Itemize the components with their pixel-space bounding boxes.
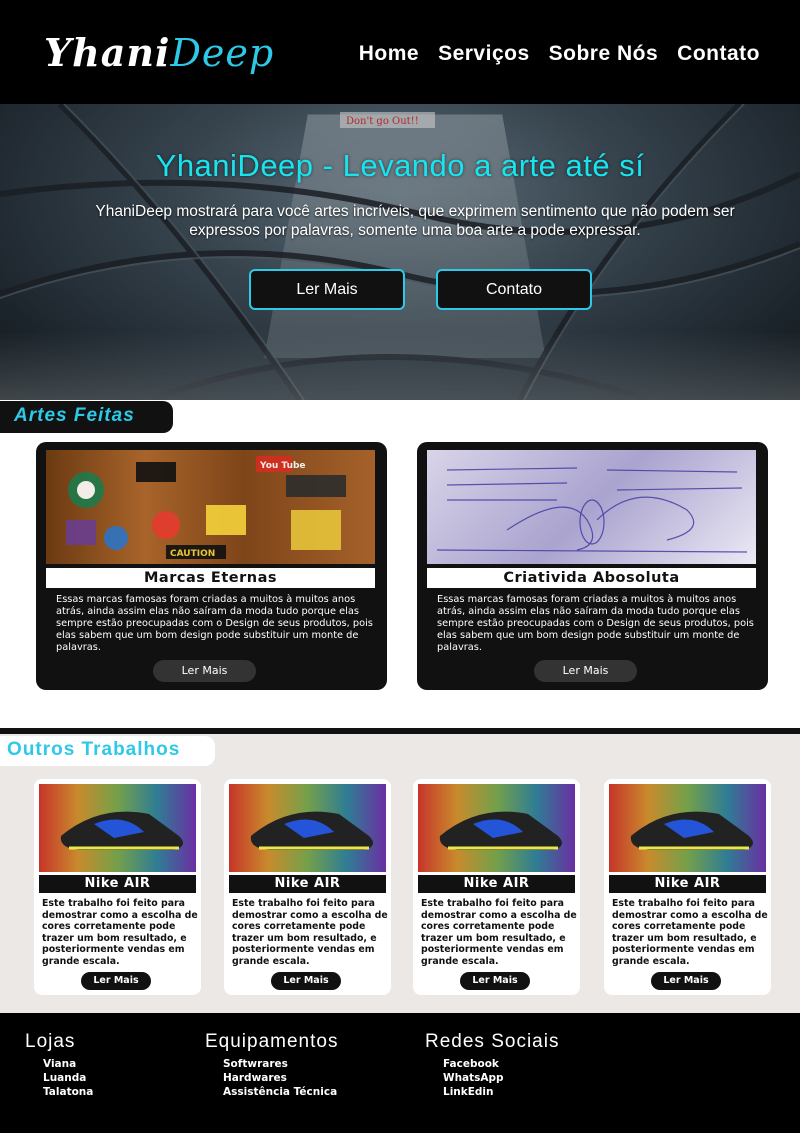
footer-link[interactable]: Softwrares (223, 1057, 338, 1071)
hero-contact-button[interactable]: Contato (436, 269, 592, 310)
work-card-description: Este trabalho foi feito para demostrar c… (42, 898, 198, 967)
footer-column-title: Redes Sociais (425, 1031, 560, 1052)
work-card-read-more-button[interactable]: Ler Mais (460, 972, 530, 990)
work-card: Nike AIR Este trabalho foi feito para de… (604, 779, 771, 995)
hero-read-more-button[interactable]: Ler Mais (249, 269, 405, 310)
section-label-artes-feitas: Artes Feitas (0, 401, 173, 433)
work-card: Nike AIR Este trabalho foi feito para de… (413, 779, 580, 995)
hero-title: YhaniDeep - Levando a arte até sí (155, 148, 645, 183)
work-card-image-sneaker (609, 784, 766, 872)
logo-part-yhani: Yhani (44, 30, 171, 75)
footer-link[interactable]: Luanda (43, 1071, 93, 1085)
art-card-image-brands: You Tube CAUTION (46, 450, 375, 564)
work-card-read-more-button[interactable]: Ler Mais (81, 972, 151, 990)
footer-link[interactable]: Assistência Técnica (223, 1085, 338, 1099)
nav-contato[interactable]: Contato (677, 42, 760, 66)
main-nav: Home Serviços Sobre Nós Contato (359, 42, 760, 66)
logo-part-deep: Deep (170, 31, 275, 75)
footer-link-whatsapp[interactable]: WhatsApp (443, 1071, 559, 1085)
art-card-image-sketch (427, 450, 756, 564)
work-card-description: Este trabalho foi feito para demostrar c… (612, 898, 768, 967)
work-card-description: Este trabalho foi feito para demostrar c… (421, 898, 577, 967)
hero-sign-text: Don't go Out!! (346, 116, 419, 127)
site-header: YhaniDeep Home Serviços Sobre Nós Contat… (0, 0, 800, 104)
footer-column-title: Lojas (25, 1031, 76, 1052)
footer-link[interactable]: Talatona (43, 1085, 93, 1099)
art-card-description: Essas marcas famosas foram criadas a mui… (56, 594, 373, 653)
work-card-image-sneaker (39, 784, 196, 872)
img-label-youtube: You Tube (259, 461, 306, 471)
hero-description: YhaniDeep mostrará para você artes incrí… (95, 203, 735, 239)
site-logo[interactable]: YhaniDeep (44, 30, 274, 75)
footer-column-title: Equipamentos (205, 1031, 339, 1052)
art-card-description: Essas marcas famosas foram criadas a mui… (437, 594, 754, 653)
work-card-title: Nike AIR (39, 875, 196, 893)
work-card: Nike AIR Este trabalho foi feito para de… (224, 779, 391, 995)
work-card-image-sneaker (418, 784, 575, 872)
art-card-criatividade: Criativida Abosoluta Essas marcas famosa… (417, 442, 768, 690)
art-card-title: Criativida Abosoluta (427, 568, 756, 588)
work-card-title: Nike AIR (418, 875, 575, 893)
nav-sobre-nos[interactable]: Sobre Nós (549, 42, 659, 66)
work-card: Nike AIR Este trabalho foi feito para de… (34, 779, 201, 995)
hero-banner: Don't go Out!! YhaniDeep - Levando a art… (0, 104, 800, 400)
footer-column-equipamentos: Equipamentos Softwrares Hardwares Assist… (205, 1031, 338, 1099)
footer-column-redes-sociais: Redes Sociais Facebook WhatsApp LinkEdin (425, 1031, 559, 1099)
footer-link[interactable]: Viana (43, 1057, 93, 1071)
art-card-read-more-button[interactable]: Ler Mais (534, 660, 637, 682)
work-card-title: Nike AIR (609, 875, 766, 893)
work-card-read-more-button[interactable]: Ler Mais (651, 972, 721, 990)
work-card-image-sneaker (229, 784, 386, 872)
footer-column-lojas: Lojas Viana Luanda Talatona (25, 1031, 93, 1099)
img-label-caution: CAUTION (170, 549, 215, 559)
nav-home[interactable]: Home (359, 42, 419, 66)
section-label-outros-trabalhos: Outros Trabalhos (0, 736, 215, 766)
footer-link-facebook[interactable]: Facebook (443, 1057, 559, 1071)
art-card-title: Marcas Eternas (46, 568, 375, 588)
work-card-title: Nike AIR (229, 875, 386, 893)
footer-link[interactable]: Hardwares (223, 1071, 338, 1085)
nav-servicos[interactable]: Serviços (438, 42, 530, 66)
footer-link-linkedin[interactable]: LinkEdin (443, 1085, 559, 1099)
art-card-marcas-eternas: You Tube CAUTION Marcas Eternas Essas ma… (36, 442, 387, 690)
work-card-description: Este trabalho foi feito para demostrar c… (232, 898, 388, 967)
art-card-read-more-button[interactable]: Ler Mais (153, 660, 256, 682)
hero-floor (0, 330, 800, 400)
site-footer: Lojas Viana Luanda Talatona Equipamentos… (0, 1013, 800, 1133)
work-card-read-more-button[interactable]: Ler Mais (271, 972, 341, 990)
